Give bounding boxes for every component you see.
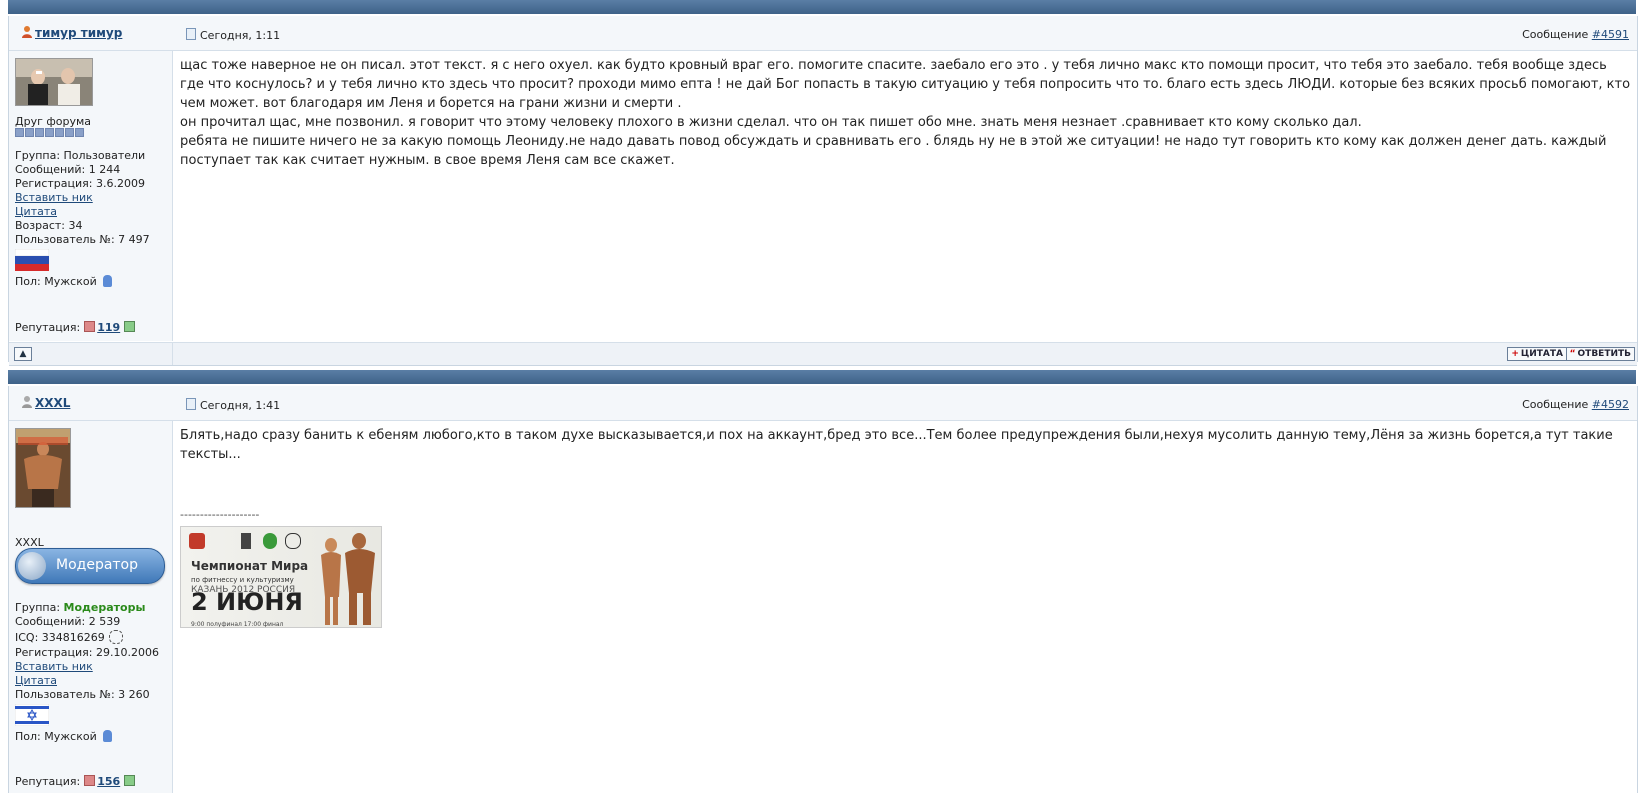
male-icon: [102, 275, 112, 287]
post-divider-bar: [8, 0, 1636, 14]
author-link[interactable]: XXXL: [21, 395, 70, 410]
plus-icon[interactable]: [124, 775, 136, 786]
forum-post: XXXL Сегодня, 1:41 Сообщение #4592 XXXL …: [8, 386, 1638, 793]
user-group: Группа: Модераторы: [15, 601, 146, 614]
message-number-link[interactable]: #4592: [1592, 398, 1629, 411]
user-icq: ICQ: 334816269: [15, 630, 123, 644]
user-number: Пользователь №: 3 260: [15, 688, 150, 701]
insert-nick-link[interactable]: Вставить ник: [15, 660, 93, 673]
icq-flower-icon[interactable]: [108, 630, 123, 644]
post-text-paragraph: Блять,надо сразу банить к ебеням любого,…: [180, 428, 1613, 462]
minus-icon[interactable]: [84, 775, 96, 786]
message-number: Сообщение #4592: [1522, 398, 1629, 411]
logo-icon: [263, 533, 277, 549]
logo-icon: [285, 533, 301, 549]
signature-separator: --------------------: [180, 508, 260, 521]
globe-icon: [18, 552, 46, 580]
male-icon: [102, 730, 112, 742]
reputation-value[interactable]: 119: [97, 321, 120, 334]
reply-button[interactable]: “ОТВЕТИТЬ: [1565, 347, 1635, 361]
user-age: Возраст: 34: [15, 219, 83, 232]
reputation: Репутация: 156: [15, 775, 136, 788]
post-header: XXXL Сегодня, 1:41 Сообщение #4592: [9, 386, 1637, 421]
post-text-paragraph: щас тоже наверное не он писал. этот текс…: [180, 58, 1631, 111]
post-doc-icon: [186, 398, 196, 410]
plus-icon[interactable]: [124, 321, 136, 332]
logo-icon: [241, 533, 251, 549]
user-registered: Регистрация: 3.6.2009: [15, 177, 145, 190]
user-gender: Пол: Мужской: [15, 275, 112, 288]
post-header: тимур тимур Сегодня, 1:11 Сообщение #459…: [9, 16, 1637, 51]
post-text-paragraph: он прочитал щас, мне позвонил. я говорит…: [180, 115, 1362, 130]
author-name: XXXL: [35, 396, 71, 410]
logo-icon: [189, 533, 205, 549]
user-number: Пользователь №: 7 497: [15, 233, 150, 246]
up-arrow-icon[interactable]: ▲: [14, 347, 32, 361]
signature-banner[interactable]: Чемпионат Мира по фитнессу и культуризму…: [180, 526, 382, 628]
post-body: Блять,надо сразу банить к ебеням любого,…: [180, 426, 1631, 628]
forum-post: тимур тимур Сегодня, 1:11 Сообщение #459…: [8, 16, 1638, 366]
post-body: щас тоже наверное не он писал. этот текс…: [180, 56, 1631, 170]
post-text-paragraph: ребята не пишите ничего не за какую помо…: [180, 134, 1607, 168]
post-footer: ▲ + ЦИТАТА “ОТВЕТИТЬ: [9, 342, 1637, 366]
user-online-icon: [22, 26, 32, 38]
author-sidebar: Друг форума Группа: Пользователи Сообщен…: [9, 51, 173, 341]
quote-button[interactable]: + ЦИТАТА: [1507, 347, 1567, 361]
avatar[interactable]: [15, 58, 93, 106]
user-registered: Регистрация: 29.10.2006: [15, 646, 159, 659]
message-number: Сообщение #4591: [1522, 28, 1629, 41]
reputation-value[interactable]: 156: [97, 775, 120, 788]
bodybuilder-figure-icon: [321, 533, 375, 625]
forum-page: тимур тимур Сегодня, 1:11 Сообщение #459…: [0, 0, 1644, 793]
plus-icon: +: [1511, 349, 1519, 359]
post-divider-bar: [8, 370, 1636, 384]
post-date: Сегодня, 1:41: [186, 398, 280, 412]
author-sidebar: XXXL Модератор Группа: Модераторы Сообще…: [9, 421, 173, 793]
author-name: тимур тимур: [35, 26, 123, 40]
user-offline-icon: [22, 396, 32, 408]
user-group: Группа: Пользователи: [15, 149, 146, 162]
rank-pips: [15, 127, 85, 140]
quote-mark-icon: “: [1569, 349, 1576, 359]
minus-icon[interactable]: [84, 321, 96, 332]
insert-nick-link[interactable]: Вставить ник: [15, 191, 93, 204]
user-messages: Сообщений: 1 244: [15, 163, 121, 176]
israel-flag-icon: [15, 704, 49, 726]
quote-link[interactable]: Цитата: [15, 205, 57, 218]
reputation: Репутация: 119: [15, 321, 136, 334]
author-link[interactable]: тимур тимур: [21, 25, 122, 40]
quote-link[interactable]: Цитата: [15, 674, 57, 687]
user-gender: Пол: Мужской: [15, 730, 112, 743]
moderator-badge: Модератор: [15, 548, 165, 584]
russia-flag-icon: [15, 249, 49, 271]
message-number-link[interactable]: #4591: [1592, 28, 1629, 41]
post-date: Сегодня, 1:11: [186, 28, 280, 42]
post-doc-icon: [186, 28, 196, 40]
user-messages: Сообщений: 2 539: [15, 615, 121, 628]
avatar[interactable]: [15, 428, 71, 508]
